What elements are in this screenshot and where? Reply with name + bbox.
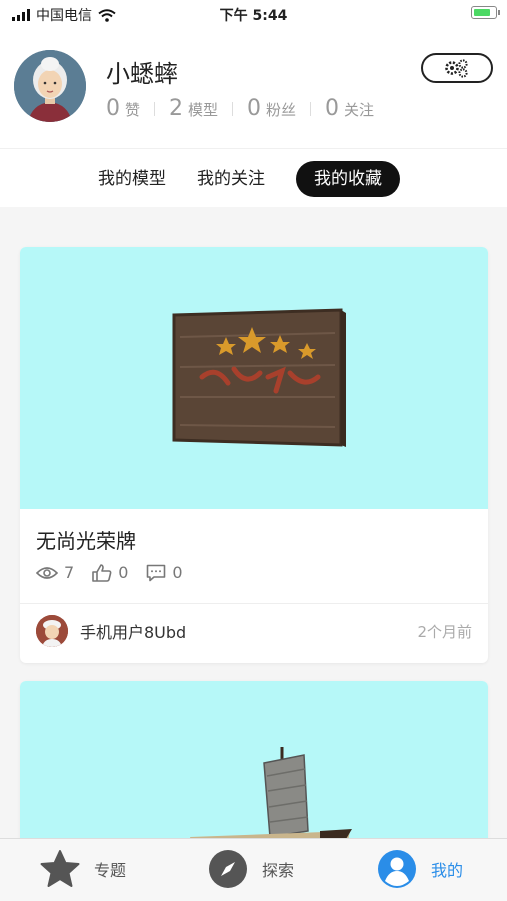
card-author[interactable]: 手机用户8Ubd <box>36 615 186 647</box>
likes-stat[interactable]: 0 <box>92 563 128 582</box>
star-icon <box>40 850 80 887</box>
status-bar: 中国电信 下午 5:44 <box>0 0 507 28</box>
stat-following[interactable]: 0 关注 <box>325 96 374 121</box>
nav-item-mine[interactable]: 我的 <box>377 849 463 889</box>
comments-stat[interactable]: 0 <box>146 563 183 582</box>
avatar-image <box>14 50 86 122</box>
author-name[interactable]: 手机用户8Ubd <box>80 619 186 643</box>
profile-stats: 0 赞 2 模型 0 粉丝 0 关注 <box>106 96 374 121</box>
status-time: 下午 5:44 <box>219 8 288 24</box>
stat-divider <box>232 101 234 116</box>
author-avatar-image <box>36 615 68 647</box>
card-stats: 7 0 0 <box>36 563 183 582</box>
bottom-nav: 专题 探索 我的 <box>0 838 507 901</box>
comment-icon <box>147 564 166 581</box>
plaque-image <box>172 308 346 447</box>
stat-divider <box>154 101 156 116</box>
stat-likes[interactable]: 0 赞 <box>106 96 140 121</box>
nav-item-topics[interactable]: 专题 <box>40 849 126 889</box>
nav-item-explore[interactable]: 探索 <box>208 849 294 889</box>
author-avatar[interactable] <box>36 615 68 647</box>
gear-icon <box>445 59 468 78</box>
stat-models[interactable]: 2 模型 <box>169 96 218 121</box>
user-icon <box>378 850 416 888</box>
boat-image <box>190 747 352 851</box>
model-thumbnail[interactable] <box>20 681 488 851</box>
tab-my-follows[interactable]: 我的关注 <box>179 161 283 197</box>
profile-header: 小蟋蟀 0 赞 2 模型 0 粉丝 0 关注 <box>0 28 507 148</box>
model-card[interactable] <box>20 681 488 851</box>
card-time: 2个月前 <box>417 623 472 641</box>
card-title: 无尚光荣牌 <box>36 529 136 553</box>
avatar[interactable] <box>14 50 86 122</box>
compass-icon <box>209 850 247 888</box>
stat-followers[interactable]: 0 粉丝 <box>247 96 296 121</box>
thumbs-up-icon <box>92 563 112 582</box>
tab-my-favorites[interactable]: 我的收藏 <box>296 161 400 197</box>
settings-button[interactable] <box>421 53 493 83</box>
tab-my-models[interactable]: 我的模型 <box>80 161 184 197</box>
card-divider <box>20 603 488 604</box>
stat-divider <box>310 101 312 116</box>
profile-tabs: 我的模型 我的关注 我的收藏 <box>0 148 507 207</box>
views-stat: 7 <box>36 563 74 582</box>
username: 小蟋蟀 <box>106 60 178 88</box>
model-thumbnail[interactable] <box>20 247 488 509</box>
battery-icon <box>471 6 500 19</box>
eye-icon <box>36 566 58 579</box>
model-card[interactable]: 无尚光荣牌 7 0 0 手机用户8Ubd 2个月前 <box>20 247 488 663</box>
